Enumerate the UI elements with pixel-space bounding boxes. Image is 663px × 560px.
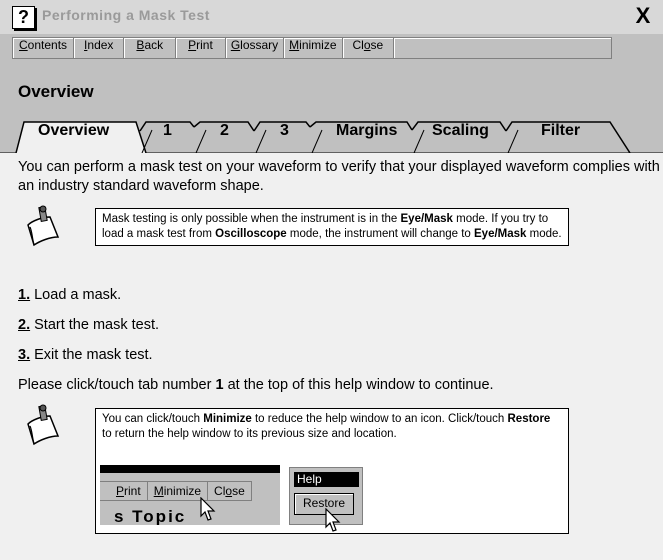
close-window-button[interactable]: X — [632, 5, 654, 27]
tab-filter[interactable]: Filter — [541, 122, 580, 140]
section-heading: Overview — [18, 82, 94, 101]
illustration-minimize-button: Minimize — [148, 482, 209, 500]
step-exit-test[interactable]: 3. Exit the mask test. — [18, 347, 153, 363]
index-button[interactable]: Index — [74, 38, 125, 58]
window-title: Performing a Mask Test — [42, 7, 210, 23]
step-number[interactable]: 3. — [18, 347, 30, 363]
note-text: Mask testing is only possible when the i… — [102, 213, 401, 225]
button-bar: Contents Index Back Print Glossary Minim… — [0, 34, 663, 72]
tab-overview[interactable]: Overview — [38, 122, 109, 140]
tab-2[interactable]: 2 — [220, 122, 229, 140]
note-bold: Restore — [507, 413, 551, 425]
illustration-restore-button: Restore — [294, 493, 354, 515]
step-text: Start the mask test. — [30, 317, 160, 333]
title-bar: ? Performing a Mask Test X — [0, 0, 663, 34]
intro-paragraph: You can perform a mask test on your wave… — [18, 159, 660, 194]
illustration-print-button: Print — [100, 482, 148, 500]
minimize-button[interactable]: Minimize — [284, 38, 343, 58]
glossary-button[interactable]: Glossary — [226, 38, 285, 58]
note-mask-mode: Mask testing is only possible when the i… — [95, 208, 569, 246]
note-bold: Minimize — [203, 413, 252, 425]
contents-button[interactable]: Contents — [13, 38, 75, 58]
tab-scaling[interactable]: Scaling — [432, 122, 489, 140]
print-button[interactable]: Print — [176, 38, 226, 58]
toolbar: Contents Index Back Print Glossary Minim… — [12, 37, 613, 59]
illustration-help-label: Help — [294, 472, 359, 487]
button-bar-filler — [394, 38, 611, 58]
step-number[interactable]: 1. — [18, 287, 30, 303]
note-text: mode, the instrument will change to — [286, 228, 475, 240]
instruction-text: at the top of this help window to contin… — [223, 377, 494, 393]
note-text: to reduce the help window to an icon. Cl… — [251, 413, 508, 425]
help-icon: ? — [12, 6, 35, 29]
step-start-test[interactable]: 2. Start the mask test. — [18, 317, 159, 333]
arrow-cursor-icon — [325, 508, 341, 532]
tab-1[interactable]: 1 — [163, 122, 172, 140]
note-text: to return the help window to its previou… — [102, 428, 397, 440]
instruction-bold: 1 — [215, 377, 224, 393]
step-load-mask[interactable]: 1. Load a mask. — [18, 287, 121, 303]
note-bold: Oscilloscope — [215, 228, 287, 240]
pencil-note-icon — [27, 205, 60, 247]
pencil-note-icon — [27, 404, 60, 446]
note-bold: Eye/Mask — [474, 228, 527, 240]
tab-3[interactable]: 3 — [280, 122, 289, 140]
illustration-topic-fragment: s Topic — [114, 507, 187, 525]
back-button[interactable]: Back — [124, 38, 177, 58]
instruction-paragraph: Please click/touch tab number 1 at the t… — [18, 376, 663, 395]
illustration-title-bar — [100, 465, 280, 473]
illustration-buttons: Print Minimize Close — [100, 481, 252, 501]
minimize-illustration: Print Minimize Close s Topic — [100, 465, 280, 525]
step-number[interactable]: 2. — [18, 317, 30, 333]
tab-margins[interactable]: Margins — [336, 122, 397, 140]
close-button[interactable]: Close — [343, 38, 395, 58]
arrow-cursor-icon — [200, 497, 216, 521]
step-text: Exit the mask test. — [30, 347, 153, 363]
note-text: mode. — [526, 228, 562, 240]
step-text: Load a mask. — [30, 287, 122, 303]
note-bold: Eye/Mask — [400, 213, 453, 225]
instruction-text: Please click/touch tab number — [18, 377, 216, 393]
note-text: You can click/touch — [102, 413, 204, 425]
